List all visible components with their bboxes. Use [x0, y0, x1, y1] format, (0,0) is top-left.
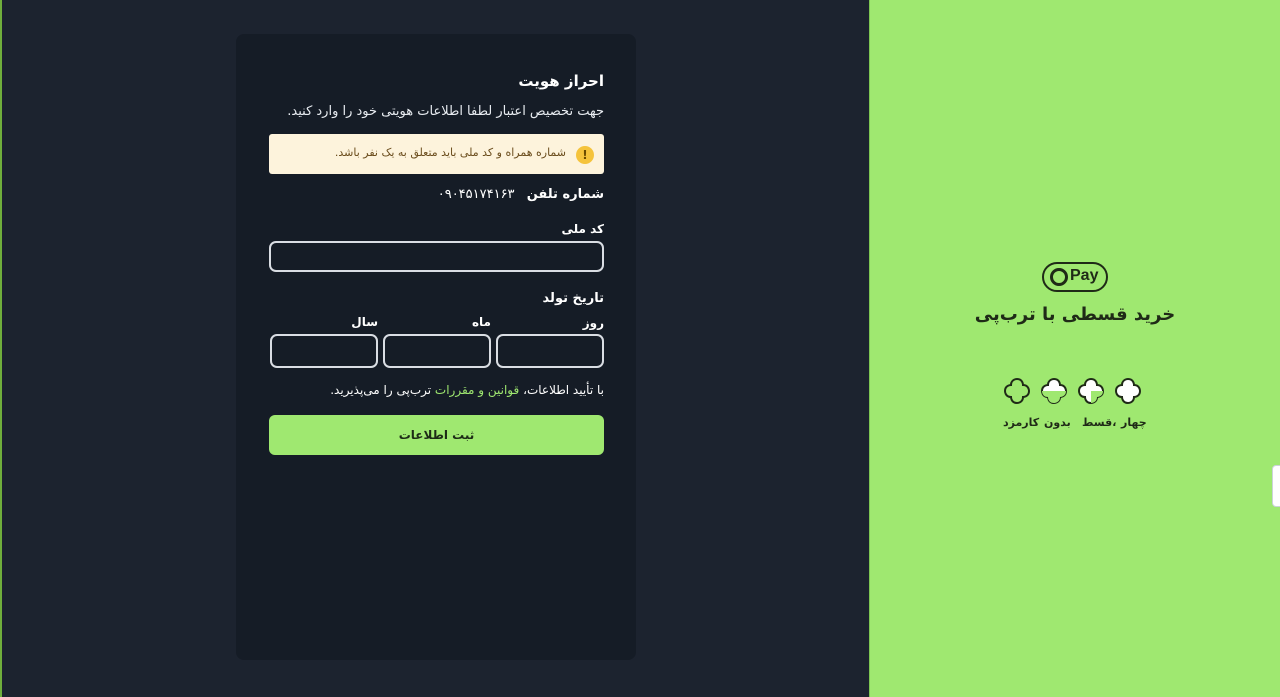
brand-logo-wrap: Pay [870, 262, 1280, 296]
logo-ring-icon [1050, 268, 1068, 286]
feature-label-4: کارمزد [1003, 416, 1040, 429]
terms-text: با تأیید اطلاعات، قوانین و مقررات ترب‌پی… [330, 383, 604, 397]
brand-title: خرید قسطی با ترب‌پی [974, 304, 1176, 325]
feature-label-3: بدون [1044, 416, 1071, 429]
terms-link[interactable]: قوانین و مقررات [435, 383, 519, 397]
month-label: ماه [471, 315, 491, 329]
terms-prefix: با تأیید اطلاعات، [523, 383, 604, 397]
submit-button[interactable]: ثبت اطلاعات [269, 415, 604, 455]
phone-row: شماره تلفن ۰۹۰۴۵۱۷۴۱۶۳ [438, 187, 604, 202]
flower-icon [1077, 377, 1105, 405]
national-code-label: کد ملی [561, 222, 604, 236]
day-input[interactable] [496, 334, 604, 368]
warning-text: شماره همراه و کد ملی باید متعلق به یک نف… [334, 146, 566, 159]
flower-icon [1040, 377, 1068, 405]
side-widget[interactable] [1272, 465, 1280, 507]
feature-label-2: قسط، [1082, 416, 1117, 429]
warning-box: ! شماره همراه و کد ملی باید متعلق به یک … [269, 134, 604, 174]
page-title: احراز هویت [518, 72, 604, 90]
identity-card: احراز هویت جهت تخصیص اعتبار لطفا اطلاعات… [236, 34, 636, 660]
flower-icon [1003, 377, 1031, 405]
form-subtitle: جهت تخصیص اعتبار لطفا اطلاعات هویتی خود … [287, 104, 604, 119]
national-code-input[interactable] [269, 241, 604, 272]
birth-date-label: تاریخ تولد [542, 291, 604, 306]
torob-pay-logo: Pay [1042, 262, 1108, 292]
exclamation-icon: ! [576, 146, 594, 164]
flower-icon [1114, 377, 1142, 405]
phone-label: شماره تلفن [526, 187, 604, 202]
phone-value: ۰۹۰۴۵۱۷۴۱۶۳ [437, 187, 515, 202]
year-input[interactable] [270, 334, 378, 368]
month-input[interactable] [383, 334, 491, 368]
year-label: سال [351, 315, 378, 329]
day-label: روز [582, 316, 604, 330]
terms-suffix: ترب‌پی را می‌پذیرید. [330, 383, 432, 397]
feature-label-1: چهار [1121, 416, 1147, 429]
feature-row: چهار قسط، بدون کارمزد [1002, 377, 1147, 437]
logo-text: Pay [1070, 267, 1099, 284]
promo-pane: Pay خرید قسطی با ترب‌پی [869, 0, 1280, 697]
